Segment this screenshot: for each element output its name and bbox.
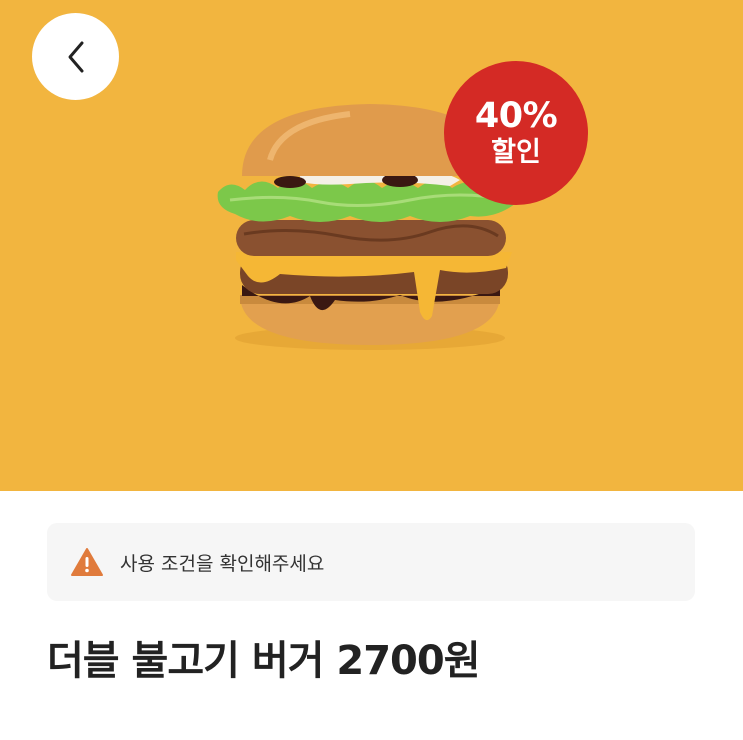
discount-badge: 40% 할인 <box>444 61 588 205</box>
product-title: 더블 불고기 버거 2700원 <box>47 638 481 684</box>
notice-text: 사용 조건을 확인해주세요 <box>120 552 325 575</box>
warning-icon <box>71 548 103 576</box>
discount-percent: 40% <box>474 96 558 136</box>
usage-notice[interactable]: 사용 조건을 확인해주세요 <box>47 523 695 601</box>
chevron-left-icon <box>68 41 83 72</box>
product-hero: 40% 할인 <box>0 0 743 491</box>
discount-label: 할인 <box>491 137 541 168</box>
back-button[interactable] <box>32 13 119 100</box>
